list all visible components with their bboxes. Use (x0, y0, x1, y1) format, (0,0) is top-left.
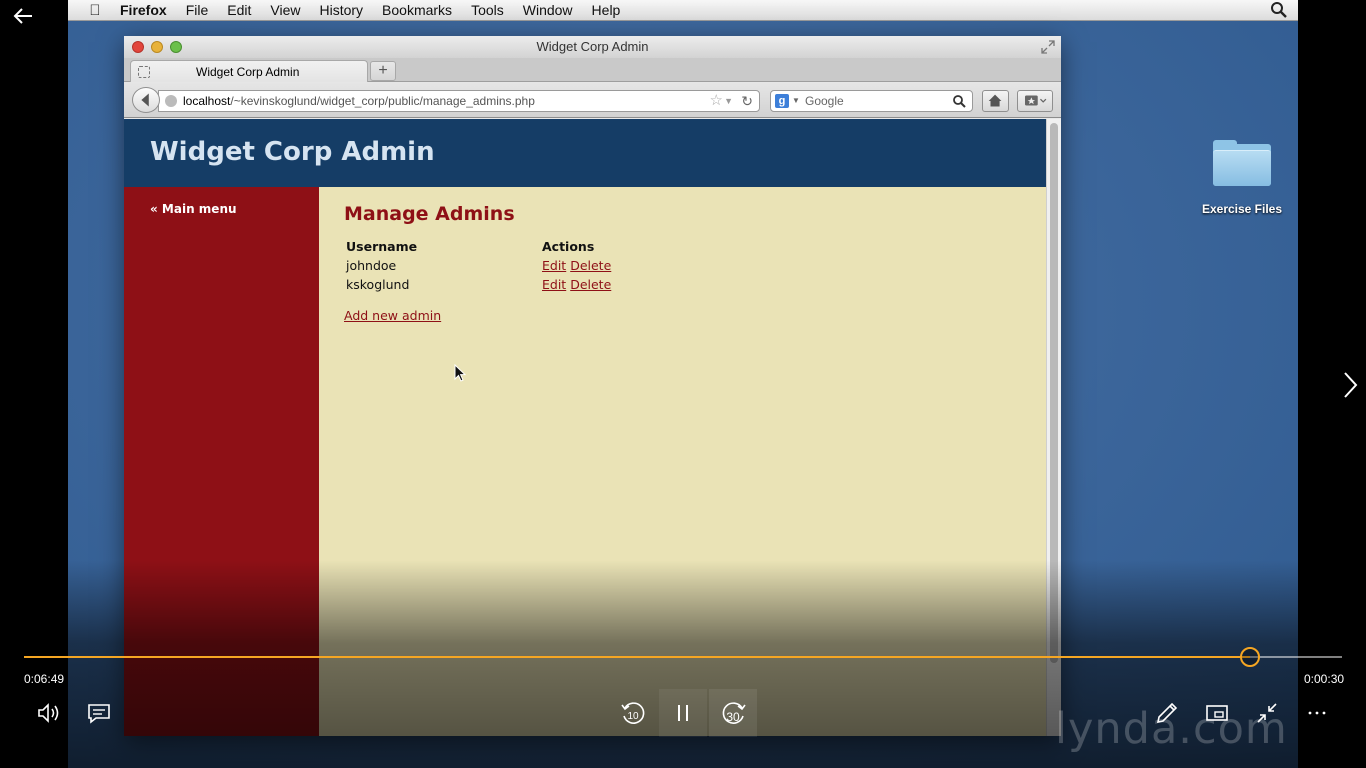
mac-menubar:  Firefox File Edit View History Bookmar… (68, 0, 1298, 21)
rewind-label: 10 (627, 711, 639, 722)
close-window-button[interactable] (132, 41, 144, 53)
more-options-button[interactable] (1300, 696, 1334, 730)
forward-label: 30 (726, 710, 740, 724)
remaining-time: 0:00:30 (1304, 672, 1345, 686)
more-icon (1308, 711, 1326, 715)
apple-icon[interactable]:  (86, 2, 104, 19)
picture-in-picture-icon (1206, 705, 1228, 721)
delete-link[interactable]: Delete (570, 277, 611, 292)
tab-title: Widget Corp Admin (196, 65, 300, 79)
next-chevron-icon[interactable] (1340, 370, 1360, 400)
elapsed-time: 0:06:49 (24, 672, 65, 686)
username-cell: johndoe (346, 258, 397, 273)
seek-handle[interactable] (1240, 647, 1260, 667)
menu-bookmarks[interactable]: Bookmarks (382, 2, 452, 18)
edit-link[interactable]: Edit (542, 277, 566, 292)
engine-dropdown-icon[interactable]: ▼ (792, 91, 800, 111)
edit-link[interactable]: Edit (542, 258, 566, 273)
seek-bar[interactable] (24, 656, 1250, 658)
menu-app-name[interactable]: Firefox (120, 2, 167, 18)
forward-icon: 30 (722, 702, 746, 724)
tab-strip: Widget Corp Admin + (124, 58, 1061, 83)
page-heading: Manage Admins (344, 203, 515, 225)
rewind-button[interactable]: 10 (616, 696, 650, 730)
globe-icon (165, 95, 177, 107)
search-icon[interactable] (952, 94, 966, 108)
window-titlebar: Widget Corp Admin (124, 36, 1061, 58)
home-button[interactable] (982, 90, 1009, 112)
picture-in-picture-button[interactable] (1200, 696, 1234, 730)
seek-bar-remaining[interactable] (1250, 656, 1342, 658)
exit-fullscreen-button[interactable] (1250, 696, 1284, 730)
menu-edit[interactable]: Edit (227, 2, 251, 18)
pause-button[interactable] (659, 689, 707, 737)
page-content: Widget Corp Admin « Main menu Manage Adm… (124, 119, 1046, 736)
back-arrow-icon[interactable] (12, 5, 34, 27)
spotlight-search-icon[interactable] (1270, 1, 1288, 19)
search-bar[interactable]: g ▼ Google (770, 90, 973, 112)
browser-window: Widget Corp Admin Widget Corp Admin + lo… (124, 36, 1061, 736)
search-placeholder: Google (805, 94, 844, 108)
menu-file[interactable]: File (186, 2, 209, 18)
column-header-username: Username (346, 239, 418, 254)
url-path: /~kevinskoglund/widget_corp/public/manag… (230, 94, 535, 108)
bookmarks-icon (1025, 95, 1047, 106)
rewind-icon: 10 (621, 702, 645, 724)
sidebar: « Main menu (124, 187, 319, 736)
main-menu-link[interactable]: « Main menu (150, 202, 237, 216)
main-panel: Manage Admins Username Actions johndoe E… (319, 187, 1046, 736)
site-header: Widget Corp Admin (124, 119, 1046, 187)
add-admin-link[interactable]: Add new admin (344, 308, 441, 323)
menu-window[interactable]: Window (523, 2, 573, 18)
mouse-cursor-icon (454, 364, 467, 382)
volume-button[interactable] (32, 696, 66, 730)
new-tab-button[interactable]: + (370, 61, 396, 81)
page-icon (138, 66, 150, 78)
back-arrow-icon (141, 93, 149, 107)
delete-link[interactable]: Delete (570, 258, 611, 273)
zoom-window-button[interactable] (170, 41, 182, 53)
menu-history[interactable]: History (319, 2, 363, 18)
notes-button[interactable] (1150, 696, 1184, 730)
window-title: Widget Corp Admin (536, 39, 649, 54)
url-host: localhost (183, 94, 231, 108)
bookmark-star-icon[interactable]: ☆ (710, 91, 723, 111)
pencil-icon (1156, 702, 1178, 724)
scrollbar-thumb[interactable] (1050, 123, 1058, 663)
folder-label: Exercise Files (1201, 202, 1283, 216)
video-frame[interactable]:  Firefox File Edit View History Bookmar… (68, 0, 1298, 768)
browser-tab[interactable]: Widget Corp Admin (130, 60, 368, 83)
captions-button[interactable] (82, 696, 116, 730)
fullscreen-icon[interactable] (1041, 40, 1055, 54)
forward-button[interactable]: 30 (709, 689, 757, 737)
google-icon: g (775, 94, 789, 108)
reload-icon[interactable]: ↻ (741, 91, 753, 111)
history-dropdown-icon[interactable]: ▼ (724, 91, 733, 111)
menu-view[interactable]: View (270, 2, 300, 18)
video-player:  Firefox File Edit View History Bookmar… (0, 0, 1366, 768)
menu-help[interactable]: Help (592, 2, 621, 18)
menu-tools[interactable]: Tools (471, 2, 504, 18)
folder-icon (1211, 140, 1273, 188)
site-title: Widget Corp Admin (150, 137, 435, 167)
bookmarks-button[interactable] (1017, 90, 1053, 112)
home-icon (988, 94, 1002, 107)
exit-fullscreen-icon (1257, 703, 1277, 723)
url-bar[interactable]: localhost/~kevinskoglund/widget_corp/pub… (158, 90, 760, 112)
username-cell: kskoglund (346, 276, 410, 292)
minimize-window-button[interactable] (151, 41, 163, 53)
volume-icon (38, 703, 59, 723)
desktop-folder[interactable]: Exercise Files (1196, 140, 1288, 216)
page-scrollbar[interactable] (1046, 119, 1061, 736)
pause-icon (678, 705, 688, 721)
column-header-actions: Actions (542, 239, 595, 254)
captions-icon (88, 704, 110, 724)
navigation-toolbar: localhost/~kevinskoglund/widget_corp/pub… (124, 82, 1061, 118)
back-button[interactable] (132, 87, 160, 113)
